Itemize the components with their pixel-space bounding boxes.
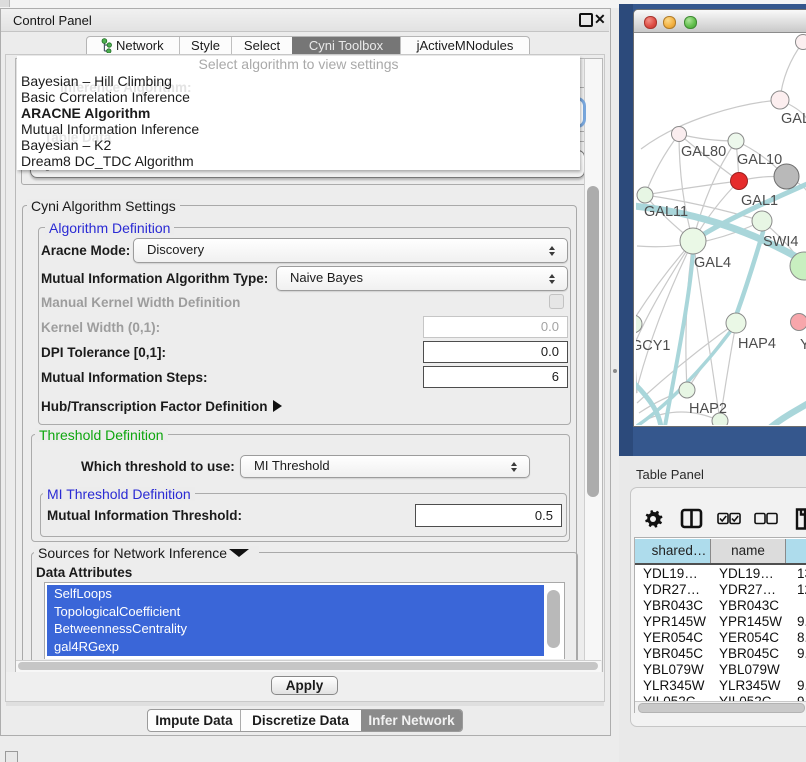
svg-text:GAL2: GAL2 [781,111,806,127]
svg-text:HAP2: HAP2 [689,401,727,417]
svg-text:Y: Y [800,337,806,353]
svg-text:GAL4: GAL4 [694,255,731,271]
svg-text:GAL10: GAL10 [737,152,782,168]
svg-text:GAL1: GAL1 [741,193,778,209]
svg-text:SWI4: SWI4 [763,234,798,250]
svg-text:GAL11: GAL11 [644,204,688,220]
svg-text:GAL80: GAL80 [681,144,726,160]
svg-text:HAP4: HAP4 [738,336,776,352]
svg-text:GCY1: GCY1 [636,338,671,354]
